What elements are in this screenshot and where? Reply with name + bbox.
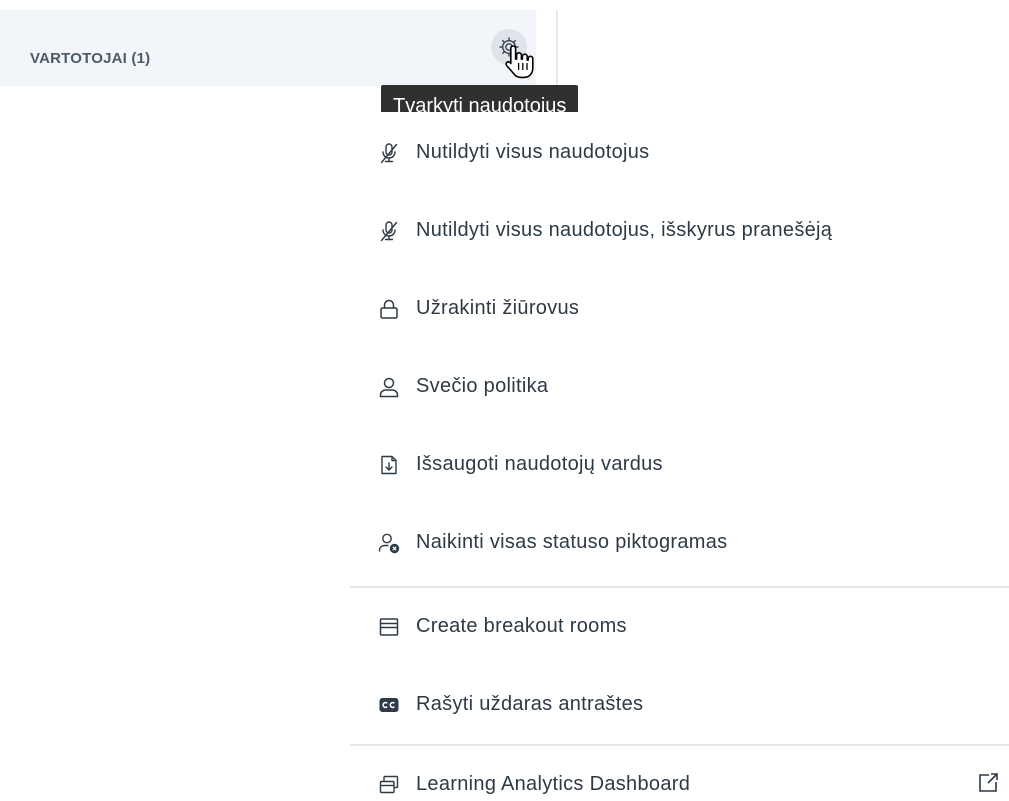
menu-item-lock-viewers[interactable]: Užrakinti žiūrovus [350,270,1009,348]
menu-item-label: Užrakinti žiūrovus [416,297,580,319]
menu-item-label: Rašyti uždaras antraštes [416,693,644,715]
mic-off-icon [378,220,400,242]
menu-item-label: Nutildyti visus naudotojus, išskyrus pra… [416,219,833,241]
menu-item-label: Išsaugoti naudotojų vardus [416,453,663,475]
menu-item-label: Learning Analytics Dashboard [416,773,691,795]
users-panel-header: VARTOTOJAI (1) [0,10,536,86]
menu-item-label: Svečio politika [416,375,549,397]
mic-off-icon [378,142,400,164]
panel-divider [556,10,558,96]
screen: VARTOTOJAI (1) Tvarkyti naudotojus Nutil… [0,0,1009,801]
menu-item-learning-analytics-dashboard[interactable]: Learning Analytics Dashboard [350,746,1009,801]
rooms-icon [378,616,400,638]
dashboard-icon [378,774,400,796]
menu-item-mute-all-except-presenter[interactable]: Nutildyti visus naudotojus, išskyrus pra… [350,192,1009,270]
menu-item-clear-status-icons[interactable]: Naikinti visas statuso piktogramas [350,504,1009,582]
lock-icon [378,298,400,320]
external-link-icon [979,773,998,792]
menu-item-create-breakout-rooms[interactable]: Create breakout rooms [350,588,1009,666]
menu-item-label: Nutildyti visus naudotojus [416,141,650,163]
closed-captions-icon [378,694,400,716]
menu-item-write-closed-captions[interactable]: Rašyti uždaras antraštes [350,666,1009,744]
clear-status-icon [378,532,400,554]
menu-item-label: Naikinti visas statuso piktogramas [416,531,728,553]
menu-item-guest-policy[interactable]: Svečio politika [350,348,1009,426]
download-file-icon [378,454,400,476]
hand-cursor-icon [505,45,534,79]
menu-item-mute-all[interactable]: Nutildyti visus naudotojus [350,114,1009,192]
menu-item-save-user-names[interactable]: Išsaugoti naudotojų vardus [350,426,1009,504]
user-icon [378,376,400,398]
manage-users-menu: Nutildyti visus naudotojus Nutildyti vis… [350,112,1009,801]
users-panel-title: VARTOTOJAI (1) [30,50,151,67]
menu-item-label: Create breakout rooms [416,615,627,637]
